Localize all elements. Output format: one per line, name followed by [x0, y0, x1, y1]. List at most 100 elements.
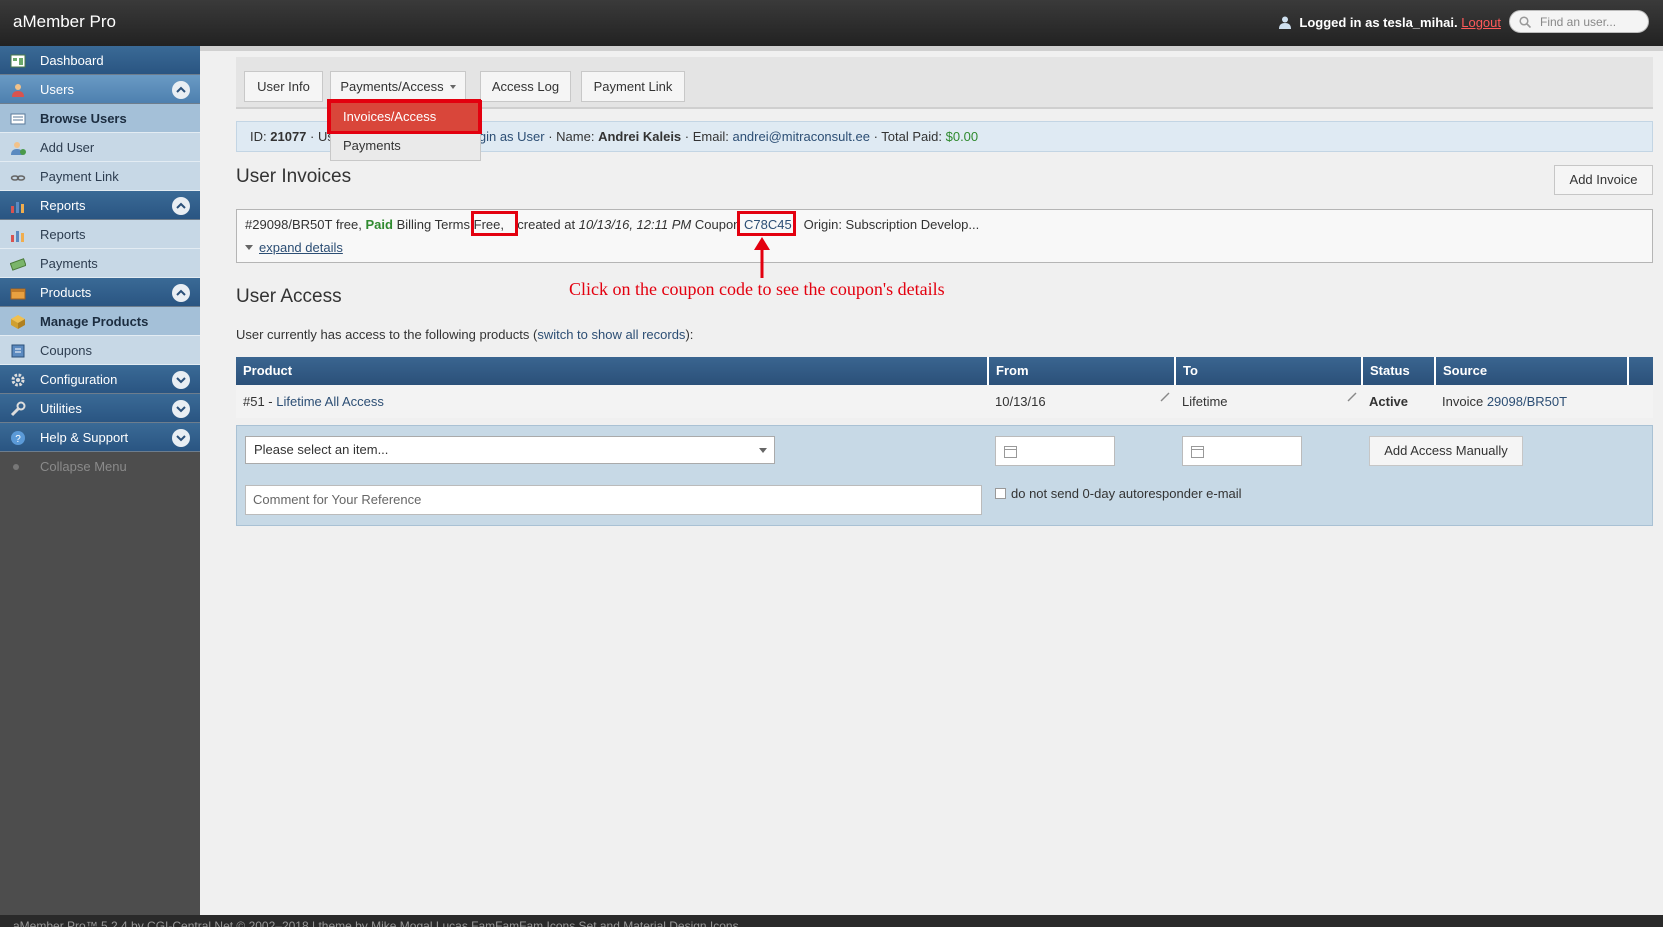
autoresponder-checkbox[interactable]: [995, 488, 1006, 499]
find-user-input[interactable]: Find an user...: [1509, 10, 1649, 33]
sidebar-label-utilities: Utilities: [40, 401, 82, 416]
sidebar-item-payment-link[interactable]: Payment Link: [0, 162, 200, 191]
sidebar-label-reports-sub: Reports: [40, 227, 86, 242]
link-icon: [10, 175, 26, 181]
email-label: · Email:: [681, 129, 729, 144]
source-prefix: Invoice: [1442, 394, 1487, 409]
login-as-user-link[interactable]: gin as User: [479, 129, 545, 144]
expand-details-label: expand details: [259, 240, 343, 255]
sidebar-label-manage-products: Manage Products: [40, 314, 149, 329]
sidebar-item-coupons[interactable]: Coupons: [0, 336, 200, 365]
sidebar-item-help-support[interactable]: ? Help & Support: [0, 423, 200, 452]
highlight-coupon-code: [737, 211, 796, 236]
from-date-input[interactable]: [995, 436, 1115, 466]
switch-show-all-link[interactable]: switch to show all records: [537, 327, 685, 342]
money-icon: [10, 258, 26, 271]
sidebar-item-browse-users[interactable]: Browse Users: [0, 104, 200, 133]
sidebar-item-products[interactable]: Products: [0, 278, 200, 307]
logout-link[interactable]: Logout: [1461, 15, 1501, 30]
created-value: 10/13/16, 12:11 PM: [578, 217, 692, 232]
to-cell: Lifetime: [1182, 394, 1228, 409]
wrench-icon: [10, 401, 26, 417]
calendar-icon: [1004, 446, 1017, 458]
logged-in-text: Logged in as tesla_mihai.: [1299, 15, 1458, 30]
sidebar-item-utilities[interactable]: Utilities: [0, 394, 200, 423]
table-row: #51 - Lifetime All Access 10/13/16 Lifet…: [236, 385, 1653, 418]
coupon-icon: [11, 344, 25, 358]
collapse-icon: [13, 464, 19, 470]
tab-payments-access[interactable]: Payments/Access: [330, 71, 466, 102]
sidebar-item-configuration[interactable]: Configuration: [0, 365, 200, 394]
expand-triangle-icon: [245, 245, 253, 250]
collapse-toggle-icon[interactable]: [172, 197, 190, 215]
highlight-billing-terms: [471, 211, 518, 236]
access-table-header: Product From To Status Source: [236, 357, 1653, 385]
arrow-up-icon: [754, 237, 770, 278]
user-email-link[interactable]: andrei@mitraconsult.ee: [732, 129, 869, 144]
sidebar-label-coupons: Coupons: [40, 343, 93, 358]
sidebar-label-products: Products: [40, 285, 92, 300]
find-user-placeholder: Find an user...: [1540, 15, 1617, 29]
from-cell: 10/13/16: [995, 394, 1046, 409]
chevron-down-icon: [759, 448, 767, 453]
user-access-title: User Access: [236, 286, 342, 307]
product-select[interactable]: Please select an item...: [245, 436, 775, 464]
dropdown-item-payments[interactable]: Payments: [343, 138, 401, 153]
manage-products-icon: [11, 315, 25, 329]
billing-terms-label: Billing Terms: [396, 217, 471, 232]
sidebar-item-reports-sub[interactable]: Reports: [0, 220, 200, 249]
user-id: 21077: [270, 129, 307, 144]
total-paid-value: $0.00: [945, 129, 979, 144]
source-invoice-link[interactable]: 29098/BR50T: [1487, 394, 1567, 409]
source-cell: Invoice 29098/BR50T: [1442, 385, 1567, 418]
sidebar-item-manage-products[interactable]: Manage Products: [0, 307, 200, 336]
add-invoice-button[interactable]: Add Invoice: [1554, 165, 1653, 195]
expand-toggle-icon[interactable]: [172, 400, 190, 418]
tab-user-info[interactable]: User Info: [244, 71, 323, 102]
edit-pencil-icon[interactable]: [1347, 392, 1357, 402]
user-name: Andrei Kaleis: [598, 129, 682, 144]
access-table: Product From To Status Source #51 - Life…: [236, 357, 1653, 418]
id-label: ID:: [250, 129, 267, 144]
col-from: From: [989, 357, 1176, 385]
sidebar-label-configuration: Configuration: [40, 372, 118, 387]
browse-users-icon: [10, 113, 26, 125]
users-icon: [12, 84, 24, 97]
col-status: Status: [1363, 357, 1436, 385]
collapse-toggle-icon[interactable]: [172, 284, 190, 302]
products-icon: [10, 288, 26, 300]
product-link[interactable]: Lifetime All Access: [276, 394, 384, 409]
sidebar-label-payments: Payments: [40, 256, 98, 271]
sidebar-label-add-user: Add User: [40, 140, 95, 155]
autoresponder-checkbox-row[interactable]: do not send 0-day autoresponder e-mail: [995, 486, 1242, 501]
expand-details-link[interactable]: expand details: [245, 240, 343, 255]
collapse-toggle-icon[interactable]: [172, 81, 190, 99]
edit-pencil-icon[interactable]: [1160, 392, 1170, 402]
sidebar-label-payment-link: Payment Link: [40, 169, 119, 184]
sidebar-item-add-user[interactable]: Add User: [0, 133, 200, 162]
sidebar-item-reports[interactable]: Reports: [0, 191, 200, 220]
user-invoices-title: User Invoices: [236, 166, 352, 187]
created-label: created at: [517, 217, 576, 232]
sidebar-item-collapse-menu[interactable]: Collapse Menu: [0, 452, 200, 481]
add-user-icon: [11, 142, 26, 155]
annotation-text: Click on the coupon code to see the coup…: [569, 279, 945, 299]
expand-toggle-icon[interactable]: [172, 371, 190, 389]
sidebar-label-dashboard: Dashboard: [40, 53, 104, 68]
comment-input[interactable]: Comment for Your Reference: [245, 485, 982, 515]
sidebar-item-dashboard[interactable]: Dashboard: [0, 46, 200, 75]
app-title[interactable]: aMember Pro: [13, 12, 116, 32]
calendar-icon: [1191, 446, 1204, 458]
tab-access-log[interactable]: Access Log: [480, 71, 571, 102]
to-date-input[interactable]: [1182, 436, 1302, 466]
tab-payments-access-label: Payments/Access: [340, 79, 444, 94]
expand-toggle-icon[interactable]: [172, 429, 190, 447]
sidebar-label-collapse-menu: Collapse Menu: [40, 459, 127, 474]
highlight-invoices-access: [328, 100, 482, 134]
sidebar-item-users[interactable]: Users: [0, 75, 200, 104]
sidebar-item-payments[interactable]: Payments: [0, 249, 200, 278]
add-access-manually-button[interactable]: Add Access Manually: [1369, 436, 1523, 466]
dashboard-icon: [10, 54, 26, 68]
tab-payment-link[interactable]: Payment Link: [581, 71, 685, 102]
autoresponder-label: do not send 0-day autoresponder e-mail: [1011, 486, 1242, 501]
